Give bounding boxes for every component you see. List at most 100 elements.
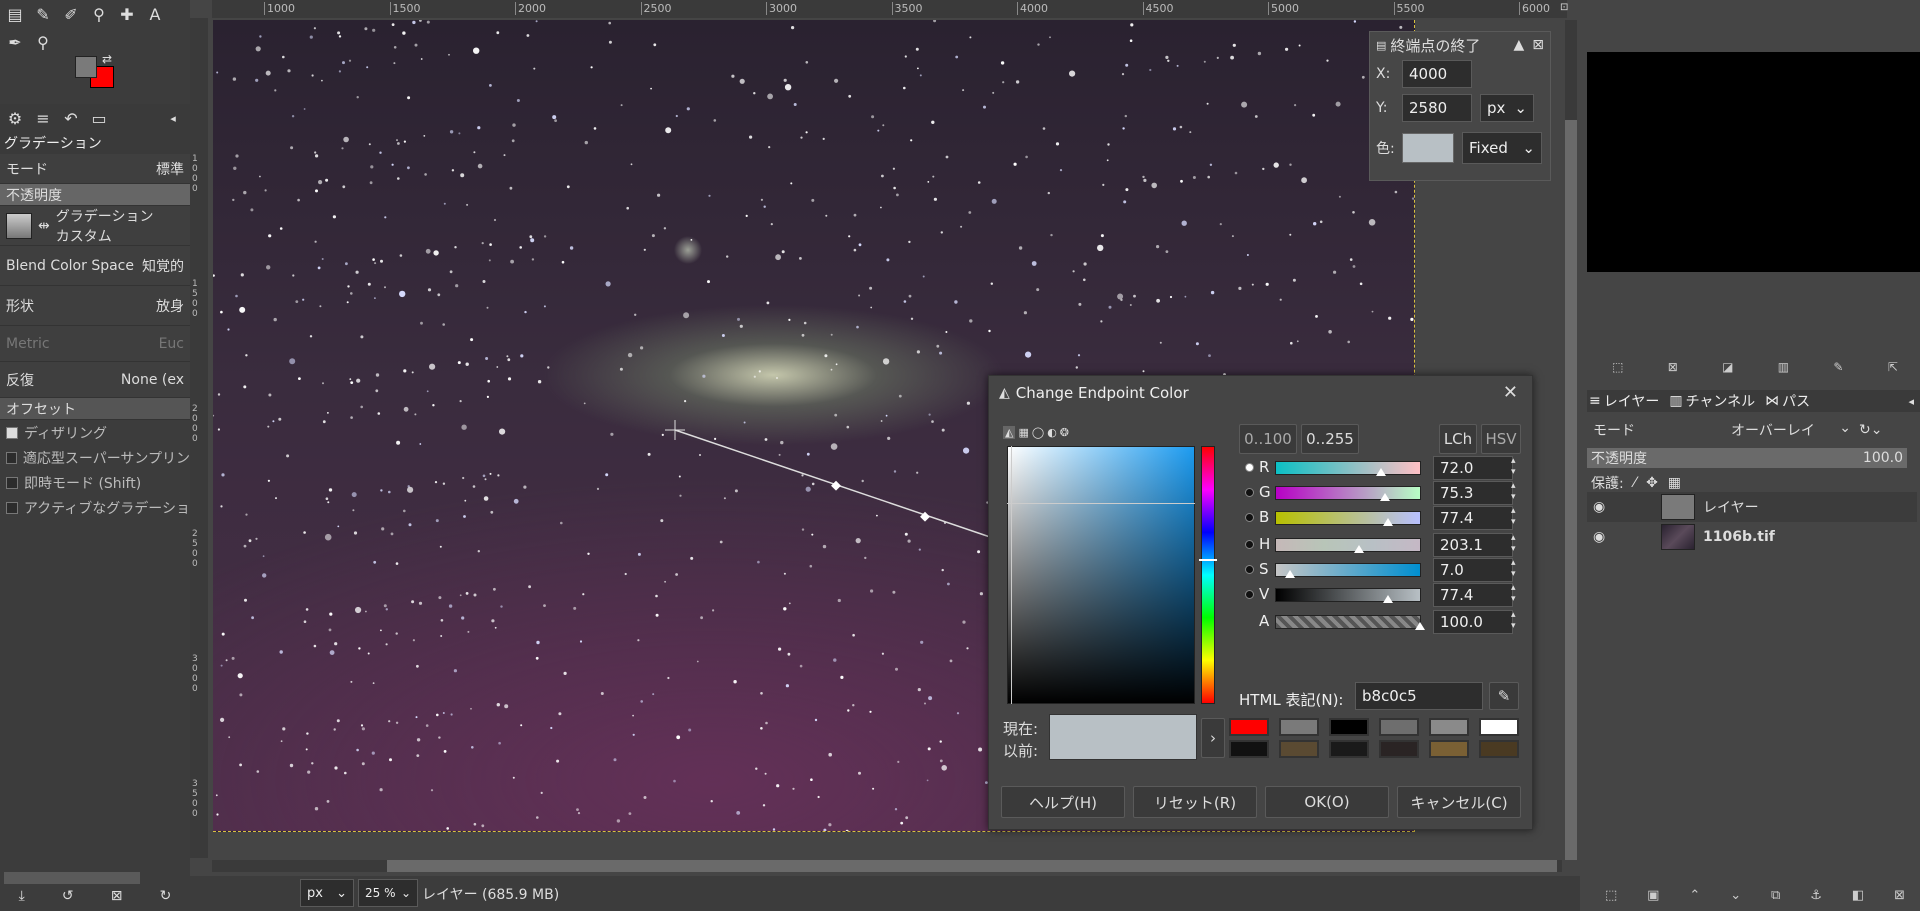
gradient-preview[interactable] (6, 212, 32, 239)
supersample-check[interactable]: 適応型スーパーサンプリン (0, 445, 190, 470)
mode-option[interactable]: モード 標準 (0, 154, 190, 184)
spin-icon[interactable]: ▴ ▾ (1511, 481, 1516, 503)
range-100-button[interactable]: 0..100 (1239, 424, 1297, 454)
history-swatch[interactable] (1429, 740, 1469, 758)
channel-radio[interactable] (1245, 540, 1254, 549)
color-mode-select[interactable]: Fixed ⌄ (1462, 132, 1542, 164)
history-swatch[interactable] (1429, 718, 1469, 736)
spin-icon[interactable]: ▴ ▾ (1511, 533, 1516, 555)
device-status-icon[interactable]: ≡ (32, 107, 54, 129)
history-swatch[interactable] (1229, 740, 1269, 758)
list-icon[interactable]: ▥ (1778, 360, 1789, 374)
gradient-option[interactable]: ⇹ グラデーション カスタム (0, 206, 190, 246)
undo-history-icon[interactable]: ↶ (60, 107, 82, 129)
channel-value[interactable]: 100.0 (1433, 610, 1513, 634)
close-icon[interactable]: ⊠ (1532, 37, 1544, 53)
zoom-icon[interactable]: ⚲ (32, 31, 54, 53)
clone-icon[interactable]: ⚲ (88, 3, 110, 25)
channel-slider[interactable] (1275, 588, 1421, 602)
channel-slider[interactable] (1275, 563, 1421, 577)
lock-position-icon[interactable]: ✥ (1646, 475, 1658, 491)
reset-button[interactable]: リセット(R) (1133, 786, 1257, 818)
active-check[interactable]: アクティブなグラデーショ (0, 495, 190, 520)
horizontal-scrollbar[interactable] (212, 860, 1562, 872)
dither-check[interactable]: ディザリング (0, 420, 190, 445)
channel-value[interactable]: 203.1 (1433, 533, 1513, 557)
mode-reset-icon[interactable]: ↻⌄ (1859, 422, 1882, 438)
spin-icon[interactable]: ▴ ▾ (1511, 506, 1516, 528)
channel-radio[interactable] (1245, 488, 1254, 497)
new-layer-icon[interactable]: ⬚ (1605, 888, 1617, 903)
new-group-icon[interactable]: ▣ (1647, 888, 1659, 903)
scales-icon[interactable]: ❂ (1060, 426, 1069, 439)
x-input[interactable]: 4000 (1402, 60, 1472, 88)
history-swatch[interactable] (1329, 740, 1369, 758)
brush-icon[interactable]: ✎ (1833, 360, 1843, 374)
channel-value[interactable]: 7.0 (1433, 558, 1513, 582)
opacity-option[interactable]: 不透明度 (0, 184, 190, 206)
html-input[interactable]: b8c0c5 (1355, 682, 1483, 710)
channel-value[interactable]: 75.3 (1433, 481, 1513, 505)
endpoint-color-button[interactable] (1402, 133, 1454, 163)
watercolor-icon[interactable]: ◯ (1032, 426, 1044, 439)
text-icon[interactable]: A (144, 3, 166, 25)
repeat-option[interactable]: 反復 None (ex (0, 362, 190, 398)
delete-layer-icon[interactable]: ⊠ (1894, 888, 1905, 903)
channel-radio[interactable] (1245, 463, 1254, 472)
smudge-icon[interactable]: ✐ (60, 3, 82, 25)
duplicate-icon[interactable]: ⧉ (1771, 888, 1780, 903)
channel-slider[interactable] (1275, 461, 1421, 475)
channel-value[interactable]: 77.4 (1433, 583, 1513, 607)
channel-slider[interactable] (1275, 615, 1421, 629)
ok-button[interactable]: OK(O) (1265, 786, 1389, 818)
add-to-history-button[interactable]: › (1201, 718, 1225, 758)
spin-icon[interactable]: ▴ ▾ (1511, 610, 1516, 632)
history-swatch[interactable] (1479, 718, 1519, 736)
edit-icon[interactable]: ◪ (1722, 360, 1733, 374)
close-icon[interactable]: ⊠ (1668, 360, 1678, 374)
unit-select[interactable]: px ⌄ (1480, 94, 1534, 122)
visibility-eye-icon[interactable]: ◉ (1593, 529, 1615, 545)
layer-row[interactable]: ◉ 1106b.tif (1587, 522, 1917, 552)
lower-icon[interactable]: ⌄ (1730, 888, 1741, 903)
images-icon[interactable]: ▭ (88, 107, 110, 129)
channel-radio[interactable] (1245, 590, 1254, 599)
cancel-button[interactable]: キャンセル(C) (1397, 786, 1521, 818)
layer-row[interactable]: ◉ レイヤー (1587, 492, 1917, 522)
history-swatch[interactable] (1379, 740, 1419, 758)
history-swatch[interactable] (1279, 718, 1319, 736)
reset-icon[interactable]: ↻ (160, 888, 172, 904)
channel-value[interactable]: 72.0 (1433, 456, 1513, 480)
help-button[interactable]: ヘルプ(H) (1001, 786, 1125, 818)
supersample-checkbox[interactable] (6, 451, 17, 464)
layer-opacity-slider[interactable]: 不透明度 100.0 (1587, 448, 1907, 468)
pencil-icon[interactable]: ✎ (32, 3, 54, 25)
reverse-gradient-icon[interactable]: ⇹ (38, 218, 50, 234)
export-icon[interactable]: ⇱ (1888, 360, 1898, 374)
save-preset-icon[interactable]: ⤓ (19, 888, 25, 904)
foreground-color-swatch[interactable] (75, 56, 97, 78)
panel-menu-icon[interactable]: ◂ (1908, 395, 1914, 408)
history-swatch[interactable] (1279, 740, 1319, 758)
restore-icon[interactable]: ↺ (62, 888, 74, 904)
instant-checkbox[interactable] (6, 476, 18, 489)
mask-icon[interactable]: ◧ (1852, 888, 1864, 903)
scroll-up-icon[interactable]: ⊡ (1560, 2, 1568, 13)
fit-icon[interactable]: ⬚ (1612, 360, 1623, 374)
channel-slider[interactable] (1275, 511, 1421, 525)
dither-checkbox[interactable] (6, 426, 18, 439)
delete-icon[interactable]: ⊠ (111, 888, 123, 904)
history-swatch[interactable] (1479, 740, 1519, 758)
range-255-button[interactable]: 0..255 (1301, 424, 1359, 454)
channel-radio[interactable] (1245, 565, 1254, 574)
lch-button[interactable]: LCh (1439, 424, 1477, 454)
swap-colors-icon[interactable]: ⇄ (102, 52, 112, 66)
unit-select[interactable]: px ⌄ (300, 879, 354, 907)
layer-mode-select[interactable]: オーバーレイ ⌄ (1731, 420, 1851, 440)
history-swatch[interactable] (1379, 718, 1419, 736)
y-input[interactable]: 2580 (1402, 94, 1472, 122)
close-icon[interactable]: ✕ (1503, 382, 1518, 403)
instant-check[interactable]: 即時モード (Shift) (0, 470, 190, 495)
tab-paths[interactable]: ⋈ パス (1765, 391, 1810, 411)
history-swatch[interactable] (1229, 718, 1269, 736)
